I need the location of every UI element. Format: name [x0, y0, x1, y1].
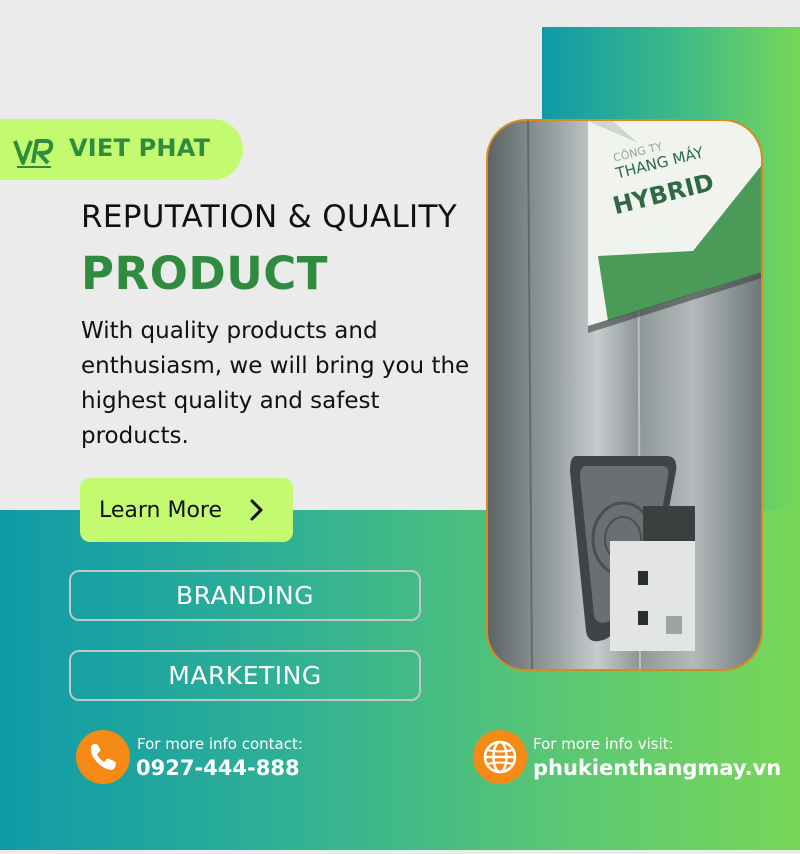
- marketing-button[interactable]: MARKETING: [69, 650, 421, 701]
- learn-more-button[interactable]: Learn More: [80, 478, 293, 542]
- chevron-right-icon: [247, 498, 265, 522]
- learn-more-label: Learn More: [99, 497, 223, 523]
- product-photo: CÔNG TY THANG MÁY HYBRID 0927 444 888: [486, 119, 763, 671]
- website-link[interactable]: phukienthangmay.vn: [533, 756, 781, 780]
- marketing-label: MARKETING: [168, 661, 322, 690]
- branding-label: BRANDING: [175, 581, 314, 610]
- headline-product: PRODUCT: [81, 247, 329, 300]
- branding-button[interactable]: BRANDING: [69, 570, 421, 621]
- brand-logo: [13, 137, 55, 171]
- visit-caption: For more info visit:: [533, 735, 674, 753]
- contact-caption: For more info contact:: [137, 735, 303, 753]
- phone-icon: [76, 730, 130, 784]
- globe-icon: [473, 730, 527, 784]
- brand-name: VIET PHAT: [69, 134, 211, 162]
- headline-reputation: REPUTATION & QUALITY: [81, 199, 457, 235]
- contact-phone-number[interactable]: 0927-444-888: [136, 756, 300, 780]
- bottom-divider: [0, 850, 800, 854]
- hero-description: With quality products and enthusiasm, we…: [81, 318, 470, 449]
